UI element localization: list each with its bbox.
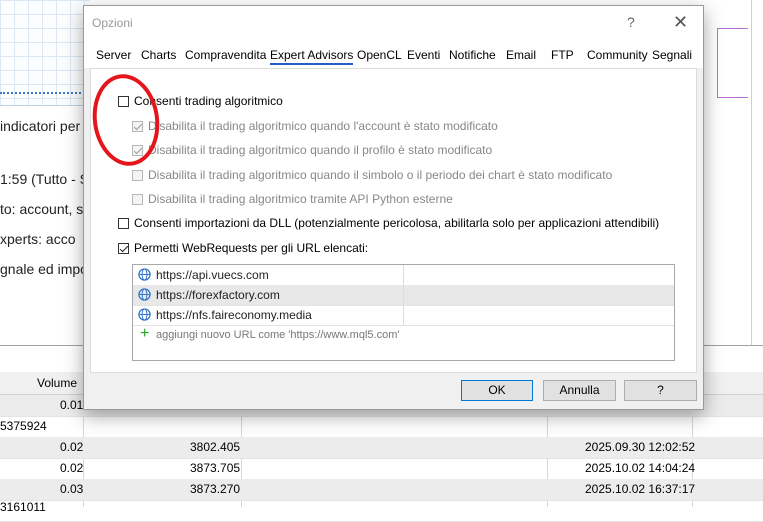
globe-icon (138, 268, 151, 281)
journal-line: xperts: acco (0, 231, 76, 247)
journal-line: indicatori per (0, 118, 81, 134)
journal-line: to: account, s (0, 201, 84, 217)
table-row[interactable]: 0.03 3873.270 2025.10.02 16:37:17 (0, 479, 763, 501)
disable-on-symbol-label: Disabilita il trading algoritmico quando… (148, 168, 613, 182)
disable-on-account-label: Disabilita il trading algoritmico quando… (148, 119, 498, 133)
column-header-volume[interactable]: Volume (37, 376, 77, 390)
tab-email[interactable]: Email (506, 48, 536, 62)
url-item[interactable]: https://api.vuecs.com (133, 265, 674, 286)
url-item[interactable]: https://nfs.faireconomy.media (133, 305, 674, 326)
help-button[interactable]: ? (624, 380, 697, 401)
disable-python-checkbox[interactable] (132, 193, 143, 205)
help-icon[interactable]: ? (627, 14, 635, 30)
dialog-title: Opzioni (92, 16, 133, 30)
tab-eventi[interactable]: Eventi (407, 48, 440, 62)
disable-on-symbol-checkbox[interactable] (132, 169, 143, 181)
tab-opencl[interactable]: OpenCL (357, 48, 402, 62)
chart-line (0, 92, 88, 99)
right-chart-area (703, 0, 763, 345)
tab-notifiche[interactable]: Notifiche (449, 48, 496, 62)
dll-imports-option[interactable]: Consenti importazioni da DLL (potenzialm… (118, 216, 659, 230)
disable-on-symbol-option[interactable]: Disabilita il trading algoritmico quando… (132, 168, 612, 182)
tab-bar: Server Charts Compravendita Expert Advis… (84, 40, 703, 68)
options-dialog: Opzioni ? ✕ Server Charts Compravendita … (83, 5, 704, 410)
chart-area (0, 0, 90, 106)
disable-on-profile-label: Disabilita il trading algoritmico quando… (148, 143, 493, 157)
dll-imports-label: Consenti importazioni da DLL (potenzialm… (134, 216, 660, 230)
disable-python-option[interactable]: Disabilita il trading algoritmico tramit… (132, 192, 453, 206)
tab-compravendita[interactable]: Compravendita (185, 48, 266, 62)
tab-charts[interactable]: Charts (141, 48, 176, 62)
journal-line: 1:59 (Tutto - S (0, 171, 89, 187)
webrequests-label: Permetti WebRequests per gli URL elencat… (134, 241, 369, 255)
tab-expert-advisors[interactable]: Expert Advisors (270, 48, 354, 65)
table-row[interactable]: 5375924 (0, 416, 763, 438)
dll-imports-checkbox[interactable] (118, 217, 129, 229)
disable-python-label: Disabilita il trading algoritmico tramit… (148, 192, 453, 206)
journal-line: gnale ed impo (0, 261, 88, 277)
url-text: https://nfs.faireconomy.media (156, 308, 312, 322)
tab-community[interactable]: Community (587, 48, 648, 62)
plus-icon: + (140, 325, 150, 342)
expert-advisors-panel: Consenti trading algoritmico Disabilita … (90, 68, 697, 373)
url-text: https://api.vuecs.com (156, 268, 269, 282)
dialog-footer: OK Annulla ? (84, 372, 703, 409)
table-row[interactable]: 0.02 3802.405 2025.09.30 12:02:52 (0, 437, 763, 459)
globe-icon (138, 288, 151, 301)
dialog-titlebar[interactable]: Opzioni ? ✕ (84, 6, 703, 40)
cancel-button[interactable]: Annulla (543, 380, 616, 401)
webrequests-option[interactable]: Permetti WebRequests per gli URL elencat… (118, 241, 368, 255)
chart-object (717, 28, 748, 98)
add-url-row[interactable]: + aggiungi nuovo URL come 'https://www.m… (133, 325, 674, 345)
url-list: https://api.vuecs.com https://forexfacto… (132, 264, 675, 361)
column-separator (403, 265, 404, 285)
column-separator (403, 305, 404, 325)
url-item[interactable]: https://forexfactory.com (133, 285, 674, 306)
tab-ftp[interactable]: FTP (551, 48, 574, 62)
url-text: https://forexfactory.com (156, 288, 280, 302)
tab-segnali[interactable]: Segnali (652, 48, 692, 62)
ok-button[interactable]: OK (461, 380, 533, 401)
disable-on-account-option[interactable]: Disabilita il trading algoritmico quando… (132, 119, 498, 133)
globe-icon (138, 308, 151, 321)
divider (751, 0, 752, 345)
tab-server[interactable]: Server (96, 48, 131, 62)
close-icon[interactable]: ✕ (673, 12, 688, 33)
disable-on-profile-option[interactable]: Disabilita il trading algoritmico quando… (132, 143, 492, 157)
webrequests-checkbox[interactable] (118, 242, 129, 254)
table-row[interactable]: 0.02 3873.705 2025.10.02 14:04:24 (0, 458, 763, 480)
table-row[interactable]: 3161011 (0, 500, 763, 522)
column-separator (403, 285, 404, 305)
add-url-placeholder: aggiungi nuovo URL come 'https://www.mql… (156, 329, 400, 341)
